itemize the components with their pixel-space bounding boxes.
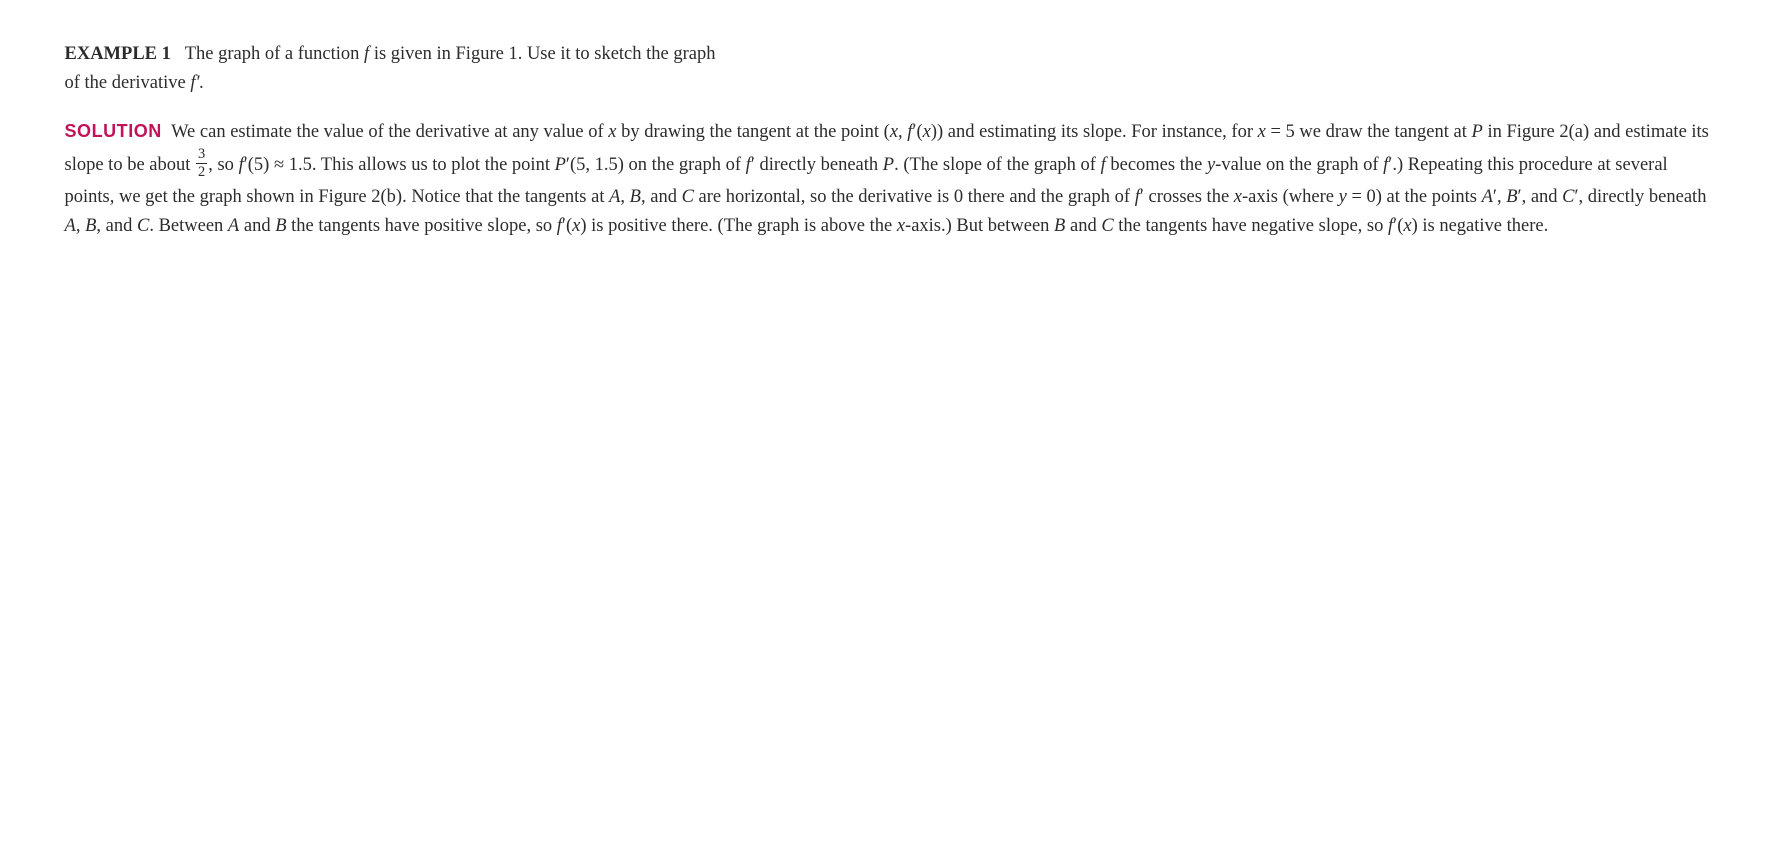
var-b-4: B <box>1054 216 1065 236</box>
function-f: f <box>364 44 369 64</box>
f-prime: f′. <box>190 73 204 93</box>
solution-paragraph: SOLUTION We can estimate the value of th… <box>65 117 1715 241</box>
var-x-3: x <box>923 122 931 142</box>
var-x-6: x <box>572 216 580 236</box>
var-a-3: A <box>228 216 239 236</box>
denominator: 2 <box>196 164 207 181</box>
var-b-2: B <box>85 216 96 236</box>
var-y-1: y <box>1207 155 1215 175</box>
f-prime-ref5: f <box>1388 216 1393 236</box>
var-x-5: x <box>1234 187 1242 207</box>
solution-block: SOLUTION We can estimate the value of th… <box>65 117 1715 241</box>
numerator: 3 <box>196 146 207 164</box>
var-x-8: x <box>1403 216 1411 236</box>
var-f-1: f <box>1101 155 1106 175</box>
f-prime-ref3: f <box>1135 187 1140 207</box>
f-prime-ref4: f <box>557 216 562 236</box>
var-b-prime: B <box>1506 187 1517 207</box>
fraction-3-2: 3 2 <box>196 146 207 182</box>
var-c-3: C <box>1101 216 1113 236</box>
example-label: EXAMPLE 1 <box>65 44 171 64</box>
example-heading: EXAMPLE 1 The graph of a function f is g… <box>65 40 1715 97</box>
var-p: P <box>1472 122 1483 142</box>
f-prime-5: f <box>239 155 244 175</box>
var-c-1: C <box>682 187 694 207</box>
f-prime-ref1: f <box>746 155 751 175</box>
p-prime-point: P <box>555 155 566 175</box>
var-y-2: y <box>1339 187 1347 207</box>
var-c-2: C <box>137 216 149 236</box>
var-a-1: A <box>609 187 620 207</box>
var-x-1: x <box>608 122 616 142</box>
var-a-prime: A <box>1482 187 1493 207</box>
var-b-3: B <box>275 216 286 236</box>
var-b-1: B <box>630 187 641 207</box>
var-x-2: x <box>890 122 898 142</box>
var-p-2: P <box>883 155 894 175</box>
f-prime-ref2: f <box>1383 155 1388 175</box>
solution-label: SOLUTION <box>65 121 162 141</box>
content-block: EXAMPLE 1 The graph of a function f is g… <box>65 40 1715 242</box>
fx-expr: f <box>907 122 912 142</box>
var-x-4: x <box>1258 122 1266 142</box>
var-c-prime: C <box>1562 187 1574 207</box>
var-x-7: x <box>897 216 905 236</box>
var-a-2: A <box>65 216 76 236</box>
